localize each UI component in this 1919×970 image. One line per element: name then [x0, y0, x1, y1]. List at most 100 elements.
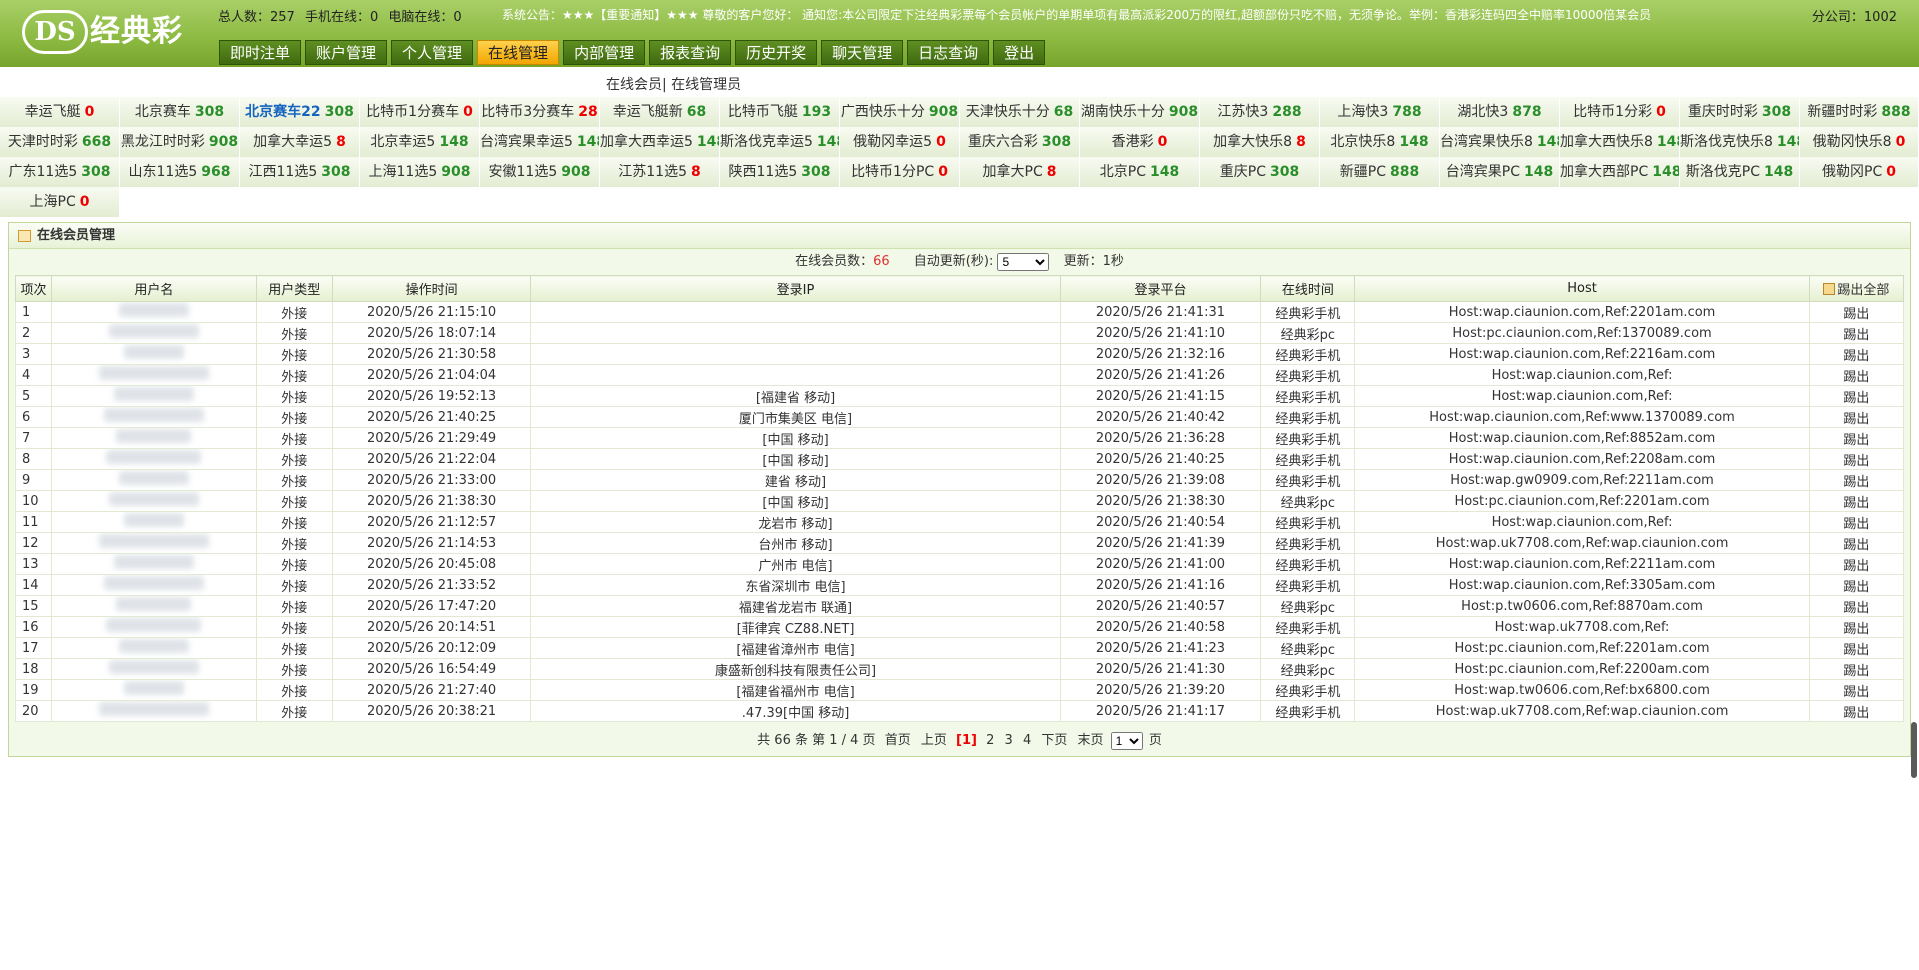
- kick-button[interactable]: 踢出: [1843, 622, 1869, 637]
- lottery-item[interactable]: 天津快乐十分 68: [960, 97, 1080, 127]
- lottery-item[interactable]: 山东11选5 968: [120, 157, 240, 187]
- kick-button[interactable]: 踢出: [1843, 601, 1869, 616]
- lottery-item[interactable]: 北京快乐8 148: [1320, 127, 1440, 157]
- lottery-item[interactable]: 台湾宾果幸运5148: [480, 127, 600, 157]
- kick-button[interactable]: 踢出: [1843, 349, 1869, 364]
- lottery-item[interactable]: 香港彩 0: [1080, 127, 1200, 157]
- lottery-item[interactable]: 广东11选5 308: [0, 157, 120, 187]
- kick-button[interactable]: 踢出: [1843, 370, 1869, 385]
- lottery-item[interactable]: 比特币飞艇 193: [720, 97, 840, 127]
- online-members-link[interactable]: 在线会员: [606, 77, 662, 93]
- kick-button[interactable]: 踢出: [1843, 538, 1869, 553]
- lottery-item[interactable]: 江苏快3 288: [1200, 97, 1320, 127]
- lottery-item[interactable]: 台湾宾果PC 148: [1440, 157, 1560, 187]
- lottery-item[interactable]: 新疆时时彩 888: [1800, 97, 1919, 127]
- auto-refresh-select[interactable]: 5: [997, 252, 1050, 271]
- online-admins-link[interactable]: 在线管理员: [671, 77, 741, 93]
- nav-item-3[interactable]: 在线管理: [477, 40, 560, 65]
- nav-item-8[interactable]: 日志查询: [907, 40, 990, 65]
- lottery-item[interactable]: 台湾宾果快乐8148: [1440, 127, 1560, 157]
- kick-button[interactable]: 踢出: [1843, 664, 1869, 679]
- pager-select[interactable]: 1: [1110, 731, 1143, 750]
- kick-button[interactable]: 踢出: [1843, 412, 1869, 427]
- lottery-item[interactable]: 湖北快3 878: [1440, 97, 1560, 127]
- nav-item-4[interactable]: 内部管理: [563, 40, 646, 65]
- lottery-item[interactable]: 重庆六合彩 308: [960, 127, 1080, 157]
- pager-last[interactable]: 末页: [1078, 733, 1104, 748]
- lottery-item[interactable]: 加拿大快乐8 8: [1200, 127, 1320, 157]
- lottery-item[interactable]: 陕西11选5 308: [720, 157, 840, 187]
- panel-icon: [18, 230, 31, 242]
- nav-item-7[interactable]: 聊天管理: [821, 40, 904, 65]
- lottery-count: 148: [1523, 164, 1554, 180]
- lottery-item[interactable]: 加拿大西部PC 148: [1560, 157, 1680, 187]
- lottery-item[interactable]: 广西快乐十分 908: [840, 97, 960, 127]
- lottery-item[interactable]: 比特币1分彩 0: [1560, 97, 1680, 127]
- lottery-item[interactable]: 俄勒冈快乐8 0: [1800, 127, 1919, 157]
- lottery-item[interactable]: 上海11选5 908: [360, 157, 480, 187]
- lottery-item[interactable]: 北京赛车 308: [120, 97, 240, 127]
- pager-first[interactable]: 首页: [885, 733, 911, 748]
- kick-button[interactable]: 踢出: [1843, 685, 1869, 700]
- lottery-item[interactable]: 斯洛伐克快乐8148: [1680, 127, 1800, 157]
- lottery-item[interactable]: 比特币3分赛车 28: [480, 97, 600, 127]
- lottery-item[interactable]: 新疆PC 888: [1320, 157, 1440, 187]
- lottery-item[interactable]: 比特币1分赛车 0: [360, 97, 480, 127]
- kick-button[interactable]: 踢出: [1843, 391, 1869, 406]
- lottery-item[interactable]: 上海快3 788: [1320, 97, 1440, 127]
- lottery-item[interactable]: 北京赛车22 308: [240, 97, 360, 127]
- nav-item-2[interactable]: 个人管理: [391, 40, 474, 65]
- lottery-item[interactable]: 重庆PC 308: [1200, 157, 1320, 187]
- kick-button[interactable]: 踢出: [1843, 580, 1869, 595]
- kick-button[interactable]: 踢出: [1843, 307, 1869, 322]
- row-index: 17: [14, 637, 53, 659]
- row-online-time: 经典彩pc: [1260, 322, 1356, 344]
- lottery-item[interactable]: 黑龙江时时彩 908: [120, 127, 240, 157]
- site-logo[interactable]: DS 经典彩: [22, 10, 202, 54]
- nav-item-1[interactable]: 账户管理: [305, 40, 388, 65]
- lottery-item[interactable]: 北京幸运5 148: [360, 127, 480, 157]
- status-bar: 在线会员数：66 自动更新(秒): 5 更新：1秒: [9, 249, 1910, 275]
- kick-button[interactable]: 踢出: [1843, 643, 1869, 658]
- pager-prev[interactable]: 上页: [921, 733, 947, 748]
- lottery-item[interactable]: 重庆时时彩 308: [1680, 97, 1800, 127]
- lottery-item[interactable]: 加拿大幸运5 8: [240, 127, 360, 157]
- lottery-item[interactable]: 俄勒冈幸运5 0: [840, 127, 960, 157]
- lottery-item[interactable]: 加拿大西快乐8148: [1560, 127, 1680, 157]
- nav-item-0[interactable]: 即时注单: [219, 40, 302, 65]
- lottery-count: 148: [439, 134, 469, 150]
- lottery-item[interactable]: 加拿大西幸运5148: [600, 127, 720, 157]
- kick-button[interactable]: 踢出: [1843, 475, 1869, 490]
- kick-button[interactable]: 踢出: [1843, 328, 1869, 343]
- kick-button[interactable]: 踢出: [1843, 433, 1869, 448]
- row-host-text: Host:wap.ciaunion.com,Ref:2208am.com: [1448, 451, 1716, 467]
- kick-button[interactable]: 踢出: [1843, 559, 1869, 574]
- lottery-item[interactable]: 江西11选5 308: [240, 157, 360, 187]
- lottery-item[interactable]: 斯洛伐克幸运5148: [720, 127, 840, 157]
- nav-item-9[interactable]: 登出: [993, 40, 1046, 65]
- lottery-item[interactable]: 俄勒冈PC 0: [1800, 157, 1919, 187]
- lottery-item[interactable]: 加拿大PC 8: [960, 157, 1080, 187]
- kick-button[interactable]: 踢出: [1843, 517, 1869, 532]
- kick-button[interactable]: 踢出: [1843, 496, 1869, 511]
- lottery-item[interactable]: 幸运飞艇新 68: [600, 97, 720, 127]
- nav-item-6[interactable]: 历史开奖: [735, 40, 818, 65]
- lottery-item[interactable]: 上海PC 0: [0, 187, 120, 217]
- lottery-item[interactable]: 北京PC 148: [1080, 157, 1200, 187]
- pager-page-4[interactable]: 4: [1023, 733, 1031, 748]
- nav-item-5[interactable]: 报表查询: [649, 40, 732, 65]
- kick-all-button[interactable]: 踢出全部: [1823, 283, 1889, 298]
- pager-page-2[interactable]: 2: [986, 733, 994, 748]
- lottery-item[interactable]: 江苏11选5 8: [600, 157, 720, 187]
- lottery-item[interactable]: 比特币1分PC 0: [840, 157, 960, 187]
- page-scrollbar[interactable]: [1911, 722, 1917, 778]
- lottery-item[interactable]: 斯洛伐克PC 148: [1680, 157, 1800, 187]
- pager-next[interactable]: 下页: [1041, 733, 1067, 748]
- kick-button[interactable]: 踢出: [1843, 706, 1869, 721]
- lottery-item[interactable]: 湖南快乐十分 908: [1080, 97, 1200, 127]
- lottery-item[interactable]: 安徽11选5 908: [480, 157, 600, 187]
- lottery-item[interactable]: 天津时时彩 668: [0, 127, 120, 157]
- pager-page-3[interactable]: 3: [1005, 733, 1013, 748]
- lottery-item[interactable]: 幸运飞艇 0: [0, 97, 120, 127]
- kick-button[interactable]: 踢出: [1843, 454, 1869, 469]
